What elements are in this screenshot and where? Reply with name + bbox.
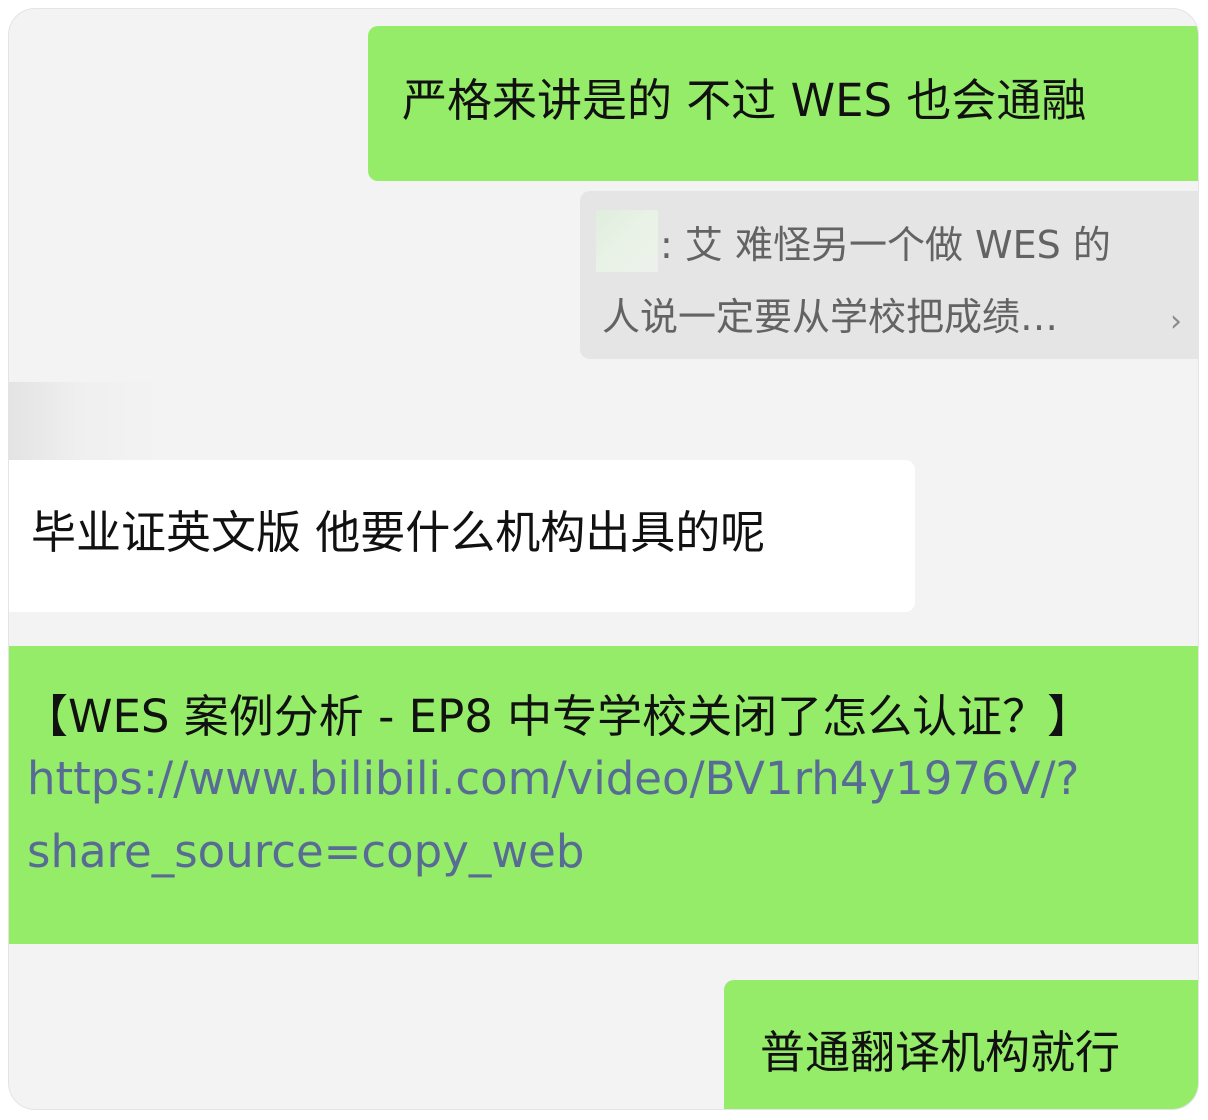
- sender-avatar[interactable]: [9, 382, 159, 466]
- message-text: 毕业证英文版 他要什么机构出具的呢: [31, 506, 766, 559]
- message-text: 普通翻译机构就行: [760, 1026, 1121, 1079]
- message-text: 严格来讲是的 不过 WES 也会通融: [402, 74, 1087, 127]
- chat-window: 严格来讲是的 不过 WES 也会通融 : 艾 难怪另一个做 WES 的 人说一定…: [9, 9, 1198, 1109]
- quote-text-1: : 艾 难怪另一个做 WES 的: [660, 223, 1111, 267]
- url-link-line-2[interactable]: share_source=copy_web: [23, 816, 1198, 889]
- chevron-right-icon: ›: [1170, 304, 1182, 339]
- outgoing-message-bubble[interactable]: 普通翻译机构就行: [724, 980, 1198, 1109]
- quoted-message[interactable]: : 艾 难怪另一个做 WES 的 人说一定要从学校把成绩… ›: [580, 191, 1198, 359]
- incoming-message-bubble[interactable]: 毕业证英文版 他要什么机构出具的呢: [9, 460, 915, 612]
- outgoing-link-message-bubble[interactable]: 【WES 案例分析 - EP8 中专学校关闭了怎么认证？】 https://ww…: [9, 646, 1198, 944]
- quote-avatar: [596, 210, 658, 272]
- outgoing-message-bubble[interactable]: 严格来讲是的 不过 WES 也会通融: [368, 26, 1198, 181]
- url-link-line-1[interactable]: https://www.bilibili.com/video/BV1rh4y19…: [23, 743, 1198, 816]
- link-title: 【WES 案例分析 - EP8 中专学校关闭了怎么认证？】: [23, 690, 1093, 743]
- quote-line-2: 人说一定要从学校把成绩…: [602, 295, 1059, 340]
- quote-line-1: : 艾 难怪另一个做 WES 的: [596, 209, 1178, 281]
